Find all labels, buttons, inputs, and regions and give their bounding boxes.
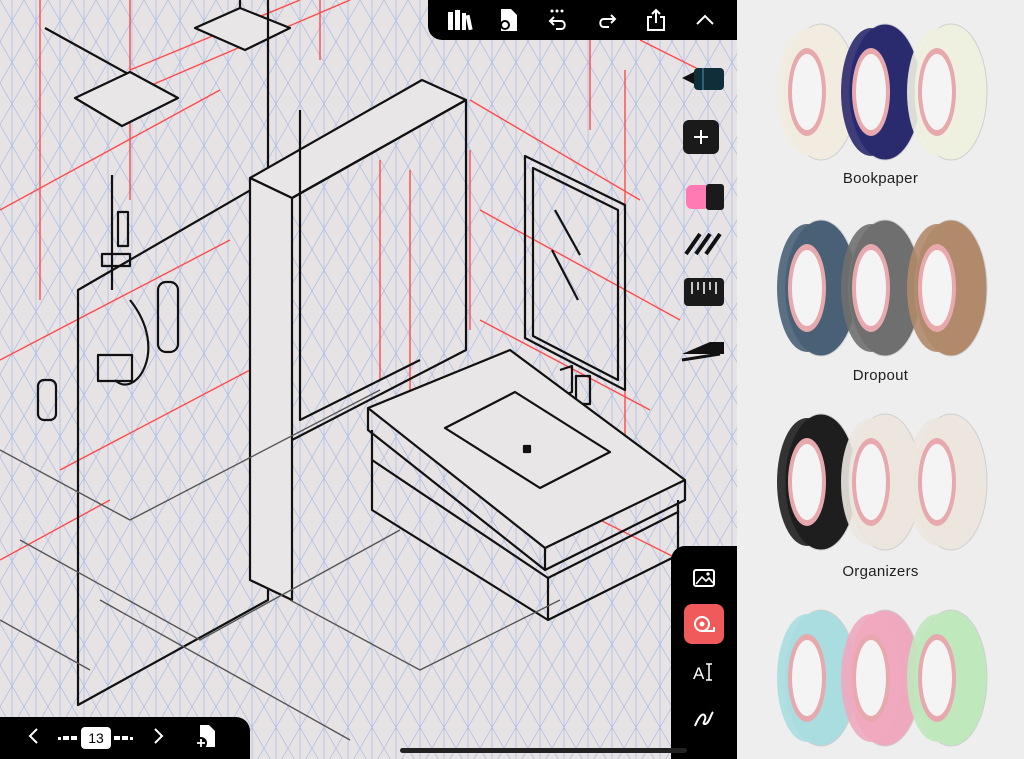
pen-tool-icon[interactable] bbox=[680, 58, 724, 99]
collapse-chevron-icon[interactable] bbox=[690, 5, 720, 35]
page-indicator[interactable]: 13 bbox=[58, 727, 134, 749]
library-icon[interactable] bbox=[445, 5, 475, 35]
home-indicator bbox=[400, 748, 687, 753]
image-icon[interactable] bbox=[684, 558, 724, 598]
stroke-tool-icon[interactable] bbox=[680, 334, 724, 367]
tape-roll-pastel-3[interactable] bbox=[907, 609, 988, 747]
tape-icon[interactable] bbox=[684, 604, 724, 644]
lasso-icon[interactable] bbox=[684, 698, 724, 738]
page-number: 13 bbox=[81, 727, 111, 749]
add-tool-icon[interactable] bbox=[683, 120, 719, 159]
top-toolbar bbox=[428, 0, 737, 40]
text-tool-icon[interactable]: A bbox=[684, 652, 724, 692]
pack-label-dropout[interactable]: Dropout bbox=[737, 367, 1024, 384]
drawing-canvas[interactable]: A 13 bbox=[0, 0, 737, 759]
page-navigator: 13 bbox=[0, 717, 250, 759]
add-page-icon[interactable] bbox=[194, 723, 218, 754]
document-settings-icon[interactable] bbox=[494, 5, 524, 35]
ruler-icon[interactable] bbox=[680, 276, 724, 313]
tape-roll-organizers-3[interactable] bbox=[907, 413, 988, 551]
tape-sticker-panel: Bookpaper Dropout Organizers bbox=[737, 0, 1024, 759]
hatch-brush-icon[interactable] bbox=[680, 228, 724, 263]
bathroom-drawing bbox=[0, 0, 687, 741]
share-icon[interactable] bbox=[641, 5, 671, 35]
undo-icon[interactable] bbox=[543, 5, 573, 35]
svg-text:A: A bbox=[693, 664, 705, 683]
insert-panel: A bbox=[671, 546, 737, 759]
tool-strip bbox=[680, 50, 724, 370]
pack-label-bookpaper[interactable]: Bookpaper bbox=[737, 170, 1024, 187]
highlighter-icon[interactable] bbox=[680, 182, 724, 217]
tape-roll-dropout-3[interactable] bbox=[907, 219, 988, 357]
redo-icon[interactable] bbox=[592, 5, 622, 35]
page-dots-right bbox=[114, 736, 133, 740]
tape-roll-bookpaper-3[interactable] bbox=[907, 23, 988, 161]
pack-label-organizers[interactable]: Organizers bbox=[737, 563, 1024, 580]
page-dots-left bbox=[58, 736, 77, 740]
previous-page-icon[interactable] bbox=[28, 727, 40, 750]
next-page-icon[interactable] bbox=[152, 727, 164, 750]
